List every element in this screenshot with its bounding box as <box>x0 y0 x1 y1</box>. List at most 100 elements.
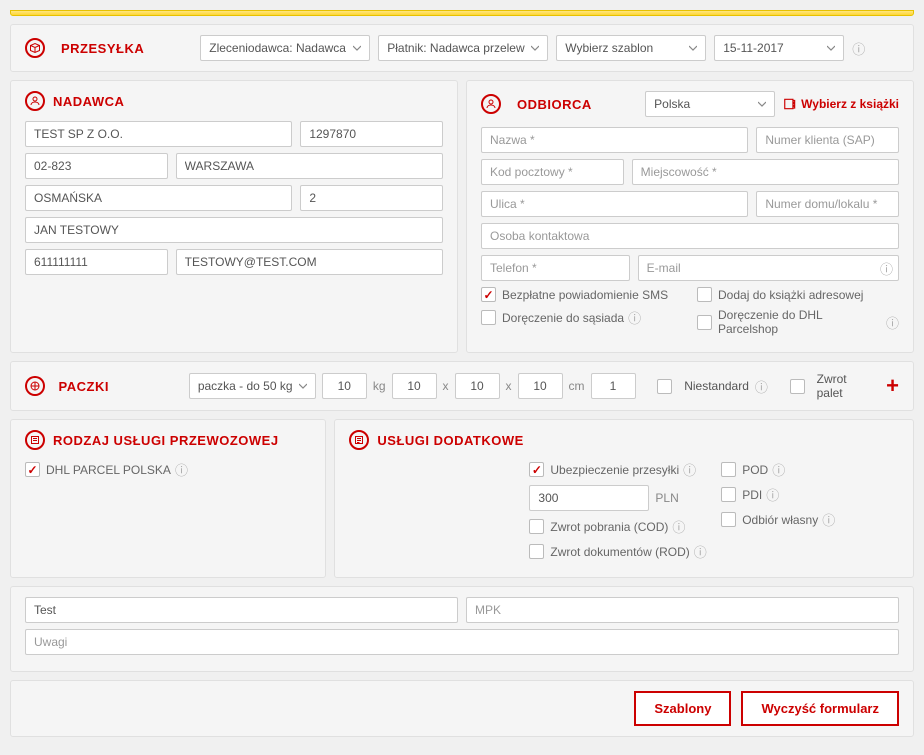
sms-label: Bezpłatne powiadomienie SMS <box>502 288 668 302</box>
height-input[interactable] <box>518 373 563 399</box>
sms-checkbox[interactable] <box>481 287 496 302</box>
rodzaj-title: RODZAJ USŁUGI PRZEWOZOWEJ <box>53 433 279 448</box>
help-icon[interactable]: ⓘ <box>683 460 696 479</box>
nonstandard-label: Niestandard <box>684 379 749 393</box>
addbook-checkbox[interactable] <box>697 287 712 302</box>
pod-label: POD <box>742 463 768 477</box>
mpk-input[interactable] <box>466 597 899 623</box>
shipment-icon <box>25 38 45 58</box>
sender-house[interactable] <box>300 185 443 211</box>
recipient-city[interactable] <box>632 159 899 185</box>
reference-input[interactable] <box>25 597 458 623</box>
insurance-checkbox[interactable] <box>529 462 544 477</box>
uslugi-title: USŁUGI DODATKOWE <box>377 433 523 448</box>
addbook-label: Dodaj do książki adresowej <box>718 288 863 302</box>
szablony-button[interactable]: Szablony <box>634 691 731 726</box>
insurance-value[interactable] <box>529 485 649 511</box>
address-book-link[interactable]: Wybierz z książki <box>783 97 899 111</box>
add-package-button[interactable]: + <box>886 373 899 399</box>
pdi-label: PDI <box>742 488 762 502</box>
help-icon[interactable]: ⓘ <box>755 377 768 396</box>
section-rodzaj: RODZAJ USŁUGI PRZEWOZOWEJ DHL PARCEL POL… <box>10 419 326 578</box>
x-label: x <box>443 379 449 393</box>
length-input[interactable] <box>392 373 437 399</box>
kg-label: kg <box>373 379 386 393</box>
package-type-select[interactable]: paczka - do 50 kg <box>189 373 316 399</box>
recipient-icon <box>481 94 501 114</box>
cod-label: Zwrot pobrania (COD) <box>550 520 668 534</box>
recipient-name[interactable] <box>481 127 748 153</box>
section-nadawca: NADAWCA <box>10 80 458 353</box>
x-label: x <box>506 379 512 393</box>
width-input[interactable] <box>455 373 500 399</box>
rod-label: Zwrot dokumentów (ROD) <box>550 545 689 559</box>
pickup-label: Odbiór własny <box>742 513 818 527</box>
help-icon[interactable]: ⓘ <box>766 485 779 504</box>
neighbor-label: Doręczenie do sąsiada <box>502 311 624 325</box>
insurance-label: Ubezpieczenie przesyłki <box>550 463 679 477</box>
pallets-checkbox[interactable] <box>790 379 805 394</box>
sender-street[interactable] <box>25 185 292 211</box>
services-icon <box>349 430 369 450</box>
odbiorca-title: ODBIORCA <box>517 97 592 112</box>
qty-input[interactable] <box>591 373 636 399</box>
sender-phone[interactable] <box>25 249 168 275</box>
section-uslugi: USŁUGI DODATKOWE Ubezpieczenie przesyłki… <box>334 419 914 578</box>
section-odbiorca: ODBIORCA Polska Wybierz z książki <box>466 80 914 353</box>
szablon-select[interactable]: Wybierz szablon <box>556 35 706 61</box>
help-icon[interactable]: ⓘ <box>772 460 785 479</box>
sender-sap[interactable] <box>300 121 443 147</box>
przesylka-title: PRZESYŁKA <box>61 41 144 56</box>
dhl-parcel-label: DHL PARCEL POLSKA <box>46 463 171 477</box>
date-select[interactable]: 15-11-2017 <box>714 35 844 61</box>
recipient-contact[interactable] <box>481 223 899 249</box>
recipient-house[interactable] <box>756 191 899 217</box>
neighbor-checkbox[interactable] <box>481 310 496 325</box>
pallets-label: Zwrot palet <box>817 372 875 400</box>
recipient-street[interactable] <box>481 191 748 217</box>
paczki-title: PACZKI <box>59 379 109 394</box>
help-icon[interactable]: ⓘ <box>852 39 865 58</box>
help-icon[interactable]: ⓘ <box>886 313 899 332</box>
sender-postcode[interactable] <box>25 153 168 179</box>
section-paczki: PACZKI paczka - do 50 kg kg x x cm Niest… <box>10 361 914 411</box>
sender-icon <box>25 91 45 111</box>
help-icon[interactable]: ⓘ <box>672 517 685 536</box>
uwagi-input[interactable] <box>25 629 899 655</box>
section-bottom <box>10 586 914 672</box>
pdi-checkbox[interactable] <box>721 487 736 502</box>
help-icon[interactable]: ⓘ <box>880 259 893 278</box>
pln-label: PLN <box>655 491 678 505</box>
pod-checkbox[interactable] <box>721 462 736 477</box>
platnik-select[interactable]: Płatnik: Nadawca przelewem <box>378 35 548 61</box>
section-przesylka: PRZESYŁKA Zleceniodawca: Nadawca Płatnik… <box>10 24 914 72</box>
pickup-checkbox[interactable] <box>721 512 736 527</box>
recipient-email[interactable] <box>638 255 899 281</box>
cod-checkbox[interactable] <box>529 519 544 534</box>
recipient-postcode[interactable] <box>481 159 624 185</box>
sender-city[interactable] <box>176 153 443 179</box>
sender-contact[interactable] <box>25 217 443 243</box>
help-icon[interactable]: ⓘ <box>822 510 835 529</box>
help-icon[interactable]: ⓘ <box>694 542 707 561</box>
nonstandard-checkbox[interactable] <box>657 379 672 394</box>
parcelshop-checkbox[interactable] <box>697 315 712 330</box>
sender-email[interactable] <box>176 249 443 275</box>
weight-input[interactable] <box>322 373 367 399</box>
sender-name[interactable] <box>25 121 292 147</box>
top-alert-strip <box>10 10 914 16</box>
cm-label: cm <box>569 379 585 393</box>
package-icon <box>25 376 45 396</box>
help-icon[interactable]: ⓘ <box>628 308 641 327</box>
help-icon[interactable]: ⓘ <box>175 460 188 479</box>
recipient-sap[interactable] <box>756 127 899 153</box>
dhl-parcel-checkbox[interactable] <box>25 462 40 477</box>
section-footer: Szablony Wyczyść formularz <box>10 680 914 737</box>
zleceniodawca-select[interactable]: Zleceniodawca: Nadawca <box>200 35 370 61</box>
nadawca-title: NADAWCA <box>53 94 124 109</box>
country-select[interactable]: Polska <box>645 91 775 117</box>
parcelshop-label: Doręczenie do DHL Parcelshop <box>718 308 882 336</box>
recipient-phone[interactable] <box>481 255 630 281</box>
rod-checkbox[interactable] <box>529 544 544 559</box>
clear-button[interactable]: Wyczyść formularz <box>741 691 899 726</box>
